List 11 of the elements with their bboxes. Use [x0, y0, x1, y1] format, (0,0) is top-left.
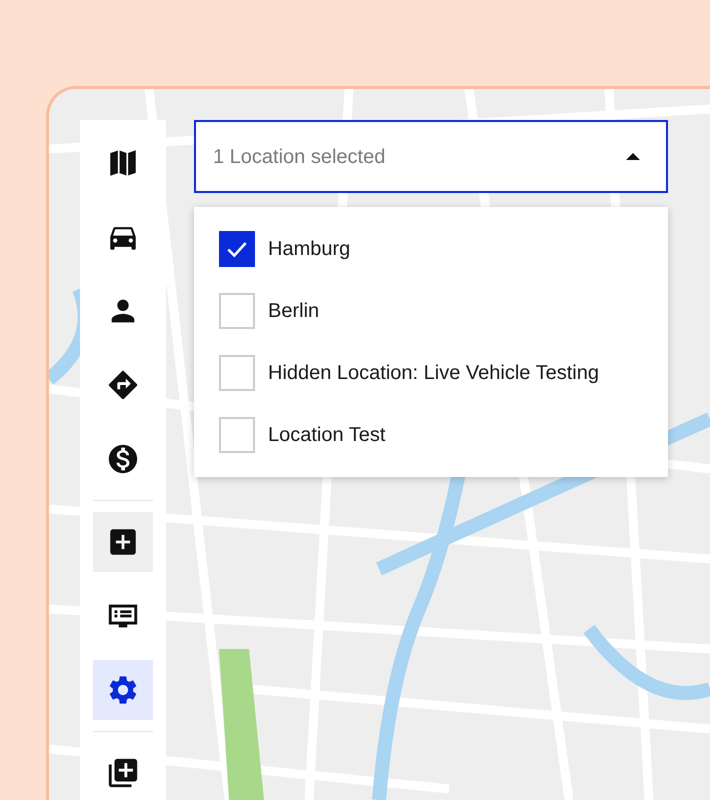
- location-select[interactable]: 1 Location selected: [194, 120, 668, 193]
- location-option[interactable]: Berlin: [194, 293, 668, 329]
- location-option[interactable]: Location Test: [194, 417, 668, 453]
- location-option[interactable]: Hamburg: [194, 231, 668, 267]
- sidebar-item[interactable]: [93, 512, 153, 572]
- checkbox[interactable]: [219, 231, 255, 267]
- dollar-icon: [106, 442, 140, 476]
- location-option[interactable]: Hidden Location: Live Vehicle Testing: [194, 355, 668, 391]
- sidebar-item[interactable]: [93, 660, 153, 720]
- directions-icon: [106, 368, 140, 402]
- library-add-icon: [106, 756, 140, 790]
